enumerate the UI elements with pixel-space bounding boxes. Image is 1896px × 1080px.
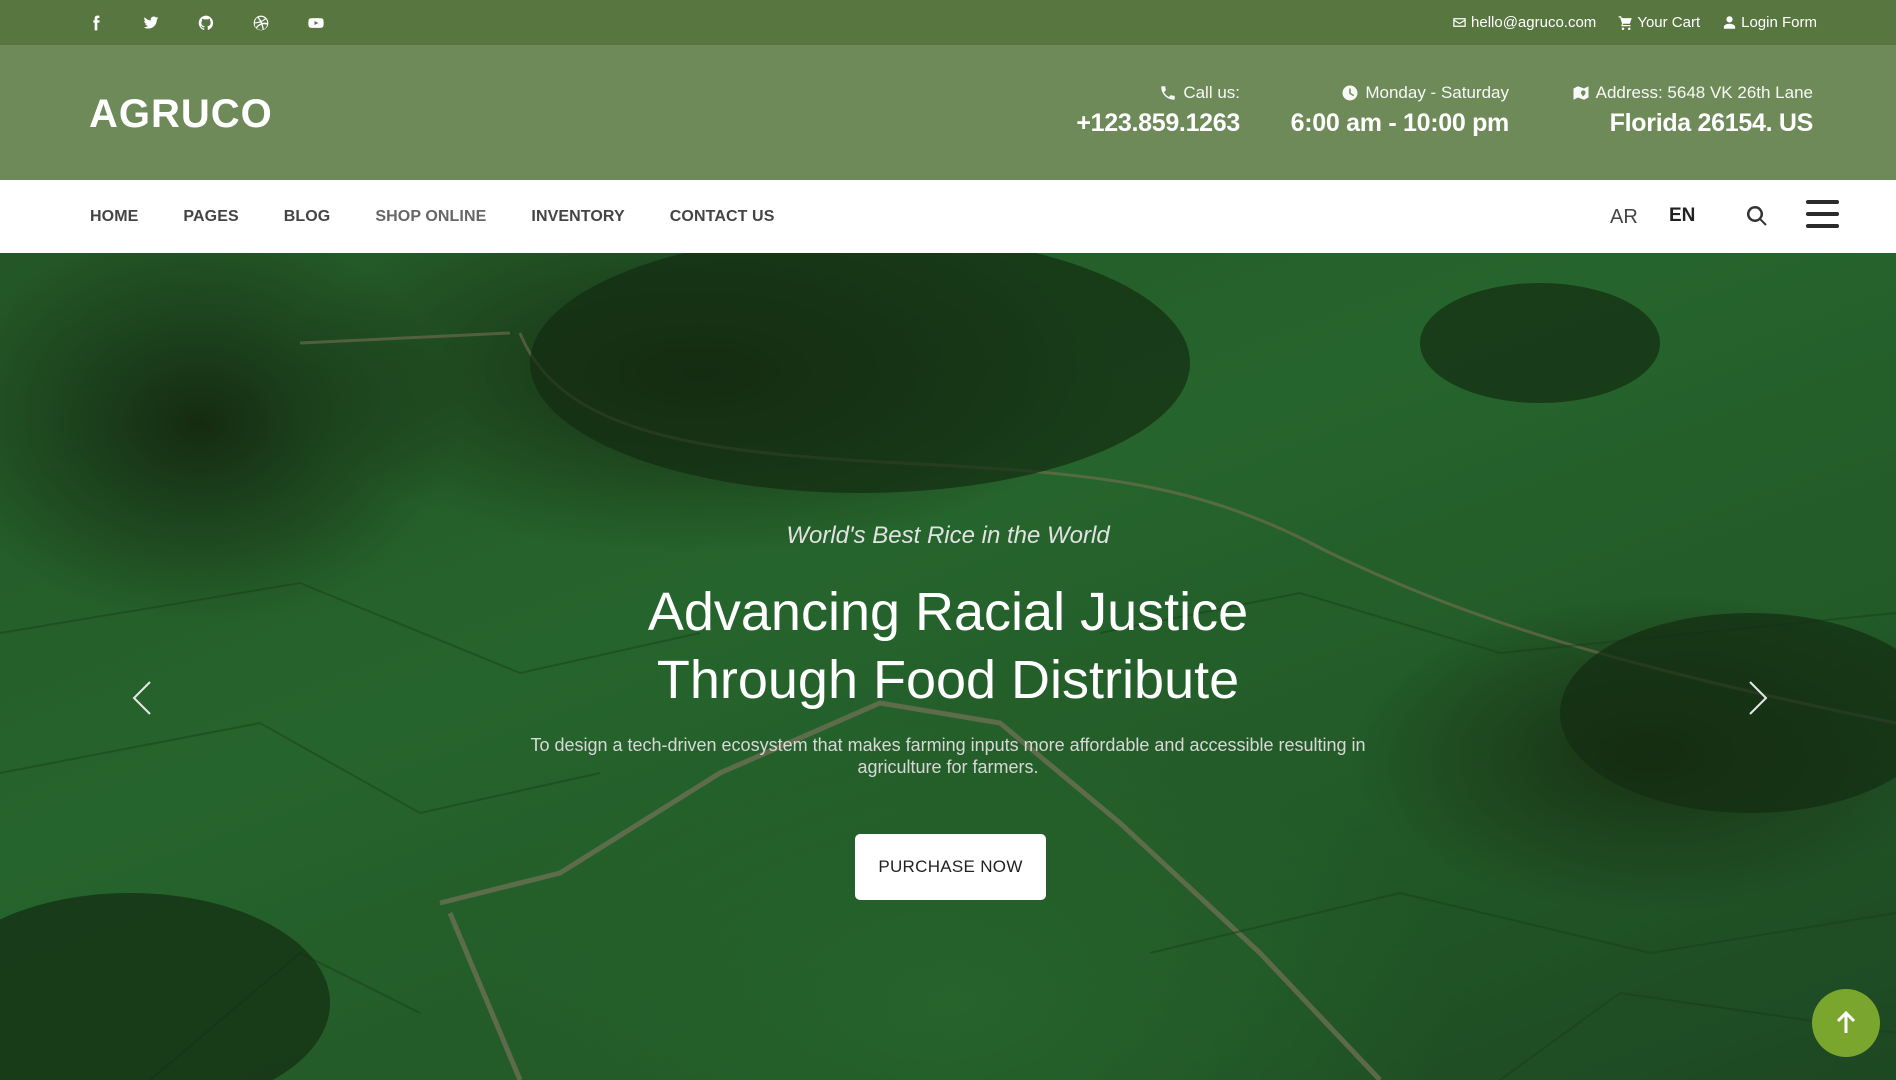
github-icon[interactable] bbox=[195, 12, 217, 34]
nav-item-pages[interactable]: PAGES bbox=[183, 208, 238, 226]
hamburger-menu-icon[interactable] bbox=[1806, 200, 1840, 230]
nav-menu: HOME PAGES BLOG SHOP ONLINE INVENTORY CO… bbox=[90, 180, 819, 253]
dribbble-icon[interactable] bbox=[250, 12, 272, 34]
call-label: Call us: bbox=[1183, 83, 1240, 102]
social-links bbox=[85, 0, 360, 45]
twitter-icon[interactable] bbox=[140, 12, 162, 34]
arrow-up-icon bbox=[1836, 1010, 1856, 1033]
hero-title: Advancing Racial Justice Through Food Di… bbox=[0, 578, 1896, 714]
phone-icon bbox=[1161, 86, 1176, 100]
envelope-icon bbox=[1453, 18, 1466, 27]
nav-item-inventory[interactable]: INVENTORY bbox=[531, 208, 624, 226]
map-icon bbox=[1573, 86, 1589, 100]
contact-address: Address: 5648 VK 26th Lane Florida 26154… bbox=[1572, 83, 1813, 138]
cart-icon bbox=[1618, 16, 1633, 30]
cart-link[interactable]: Your Cart bbox=[1618, 14, 1700, 31]
clock-icon bbox=[1342, 85, 1358, 101]
hours-label: Monday - Saturday bbox=[1365, 83, 1509, 102]
email-link[interactable]: hello@agruco.com bbox=[1452, 14, 1596, 31]
top-links: hello@agruco.com Your Cart Login Form bbox=[1430, 0, 1817, 45]
email-text: hello@agruco.com bbox=[1471, 14, 1597, 31]
contact-phone: Call us: +123.859.1263 bbox=[1076, 83, 1240, 138]
language-en[interactable]: EN bbox=[1669, 205, 1695, 227]
hero-description: To design a tech-driven ecosystem that m… bbox=[530, 735, 1366, 777]
contact-hours: Monday - Saturday 6:00 am - 10:00 pm bbox=[1290, 83, 1510, 138]
address-label: Address: 5648 VK 26th Lane bbox=[1595, 83, 1813, 102]
facebook-icon[interactable] bbox=[85, 12, 107, 34]
phone-number[interactable]: +123.859.1263 bbox=[1076, 109, 1240, 138]
hours-value: 6:00 am - 10:00 pm bbox=[1290, 109, 1510, 137]
purchase-now-button[interactable]: PURCHASE NOW bbox=[855, 834, 1046, 900]
hero-title-line-1: Advancing Racial Justice bbox=[647, 582, 1249, 642]
search-icon[interactable] bbox=[1745, 204, 1771, 230]
login-link[interactable]: Login Form bbox=[1722, 14, 1817, 31]
hero-subtitle: World's Best Rice in the World bbox=[786, 522, 1110, 549]
logo[interactable]: AGRUCO bbox=[89, 92, 273, 137]
nav-item-home[interactable]: HOME bbox=[90, 208, 138, 226]
cart-text: Your Cart bbox=[1637, 14, 1701, 31]
nav-item-contact-us[interactable]: CONTACT US bbox=[670, 208, 775, 226]
header: AGRUCO Call us: +123.859.1263 Monday - S… bbox=[0, 45, 1896, 180]
main-nav: HOME PAGES BLOG SHOP ONLINE INVENTORY CO… bbox=[0, 180, 1896, 253]
login-text: Login Form bbox=[1741, 14, 1817, 31]
user-icon bbox=[1724, 16, 1736, 29]
hero-title-line-2: Through Food Distribute bbox=[656, 650, 1240, 710]
address-value: Florida 26154. US bbox=[1609, 109, 1814, 137]
scroll-to-top-button[interactable] bbox=[1812, 989, 1880, 1057]
top-bar: hello@agruco.com Your Cart Login Form bbox=[0, 0, 1896, 45]
youtube-icon[interactable] bbox=[305, 12, 327, 34]
hero-slider: World's Best Rice in the World Advancing… bbox=[0, 253, 1896, 1080]
nav-item-blog[interactable]: BLOG bbox=[284, 208, 331, 226]
nav-item-shop-online[interactable]: SHOP ONLINE bbox=[375, 208, 486, 226]
language-ar[interactable]: AR bbox=[1610, 206, 1638, 229]
